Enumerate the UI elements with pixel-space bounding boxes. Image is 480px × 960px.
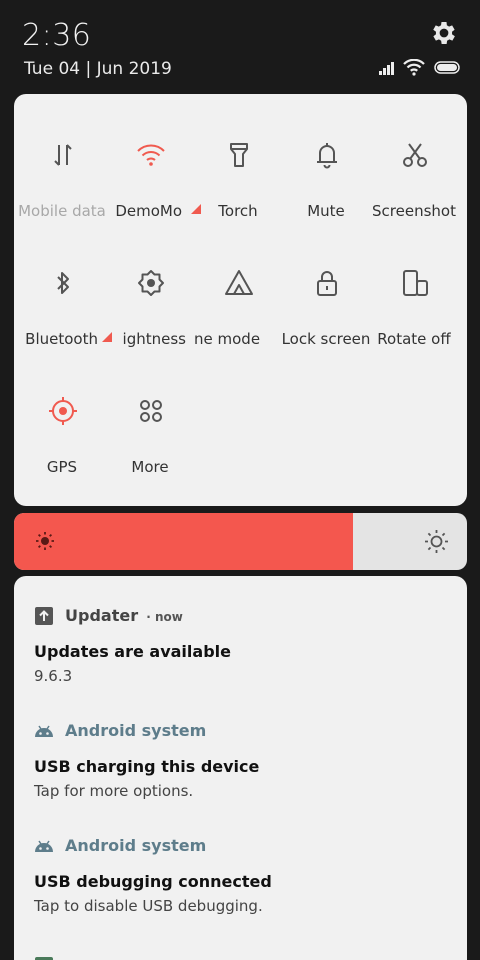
signal-icon — [379, 62, 394, 75]
tile-label: DemoMo — [115, 202, 182, 220]
torch-icon — [230, 143, 248, 167]
notification-header: Updater · now — [34, 606, 454, 628]
quick-settings-panel: Mobile data DemoMo Torch Mute Screenshot… — [14, 94, 467, 506]
auto-brightness-icon — [138, 270, 164, 296]
tile-gps[interactable]: GPS — [18, 350, 106, 476]
tile-bluetooth[interactable]: Bluetooth — [18, 222, 112, 348]
bell-icon — [317, 143, 337, 169]
tile-label: Bluetooth — [25, 330, 98, 348]
tile-label: Rotate off — [377, 330, 451, 348]
tile-mute[interactable]: Mute — [282, 94, 370, 220]
tile-label: GPS — [46, 458, 78, 476]
date-text[interactable]: Tue 04 | Jun 2019 — [24, 59, 172, 79]
brightness-high-icon — [425, 530, 448, 553]
rotate-icon — [403, 270, 428, 296]
gps-icon — [49, 397, 77, 425]
tile-lock-screen[interactable]: Lock screen — [282, 222, 370, 348]
brightness-fill[interactable] — [14, 513, 353, 570]
notification-updater[interactable]: Updater · now Updates are available 9.6.… — [34, 606, 454, 685]
tile-label: Screenshot — [372, 202, 456, 220]
android-icon — [35, 725, 53, 737]
tile-rotate[interactable]: Rotate off — [370, 222, 458, 348]
tile-label: Torch — [218, 202, 258, 220]
lock-icon — [317, 271, 337, 296]
tile-label: ne mode — [194, 330, 261, 348]
notification-body: Tap for more options. — [34, 782, 194, 800]
notification-app-name: Android system — [65, 836, 207, 855]
grid-icon — [140, 400, 162, 422]
notification-header: Android system — [34, 721, 454, 743]
notification-header: Android system — [34, 836, 454, 858]
tile-mobile-data[interactable]: Mobile data — [18, 94, 106, 220]
tile-label: Mute — [307, 202, 345, 220]
tile-airplane-mode[interactable]: ne mode — [194, 222, 282, 348]
bluetooth-icon — [57, 272, 69, 294]
tile-torch[interactable]: Torch — [194, 94, 282, 220]
status-bar: 2:36 Tue 04 | Jun 2019 — [0, 0, 480, 92]
android-icon — [35, 840, 53, 852]
gear-icon[interactable] — [429, 18, 459, 48]
tile-screenshot[interactable]: Screenshot — [370, 94, 458, 220]
tile-wifi[interactable]: DemoMo — [106, 94, 201, 220]
tile-more[interactable]: More — [106, 350, 194, 476]
notification-android-usb-debugging[interactable]: Android system USB debugging connected T… — [34, 836, 454, 915]
notification-android-usb-charging[interactable]: Android system USB charging this device … — [34, 721, 454, 800]
battery-icon — [434, 61, 460, 74]
airplane-mode-icon — [225, 270, 253, 295]
notification-panel: Updater · now Updates are available 9.6.… — [14, 576, 467, 960]
clock[interactable]: 2:36 — [22, 18, 91, 53]
tile-label: Lock screen — [281, 330, 371, 348]
notification-title: Updates are available — [34, 642, 231, 661]
tile-label: ightness — [122, 330, 186, 348]
upload-arrow-icon — [35, 607, 53, 625]
tile-label: More — [131, 458, 169, 476]
wifi-icon — [403, 59, 425, 76]
notification-app-name: Updater · now — [65, 606, 183, 625]
brightness-slider[interactable] — [14, 513, 467, 570]
notification-title: USB charging this device — [34, 757, 260, 776]
notification-body: Tap to disable USB debugging. — [34, 897, 263, 915]
brightness-low-icon — [36, 532, 54, 550]
scissors-icon — [403, 143, 427, 167]
notification-body: 9.6.3 — [34, 667, 73, 685]
data-arrows-icon — [54, 144, 72, 166]
system-status-icons — [378, 58, 462, 78]
notification-title: USB debugging connected — [34, 872, 272, 891]
notification-peek-icon — [35, 957, 53, 960]
notification-app-name: Android system — [65, 721, 207, 740]
wifi-icon — [137, 144, 165, 166]
tile-auto-brightness[interactable]: ightness — [106, 222, 194, 348]
